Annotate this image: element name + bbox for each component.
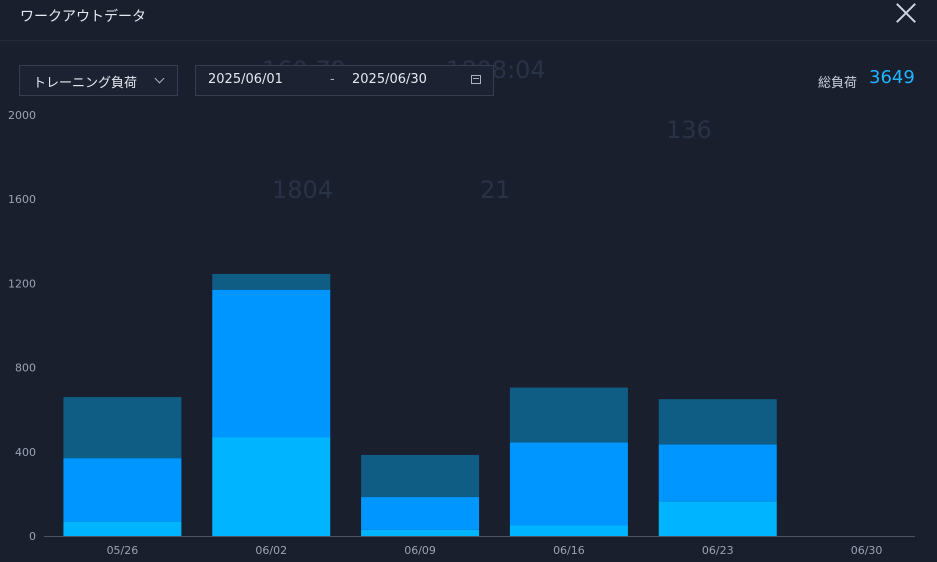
x-tick-label: 05/26: [107, 544, 139, 557]
y-tick-label: 1600: [8, 193, 36, 206]
bar-segment: [63, 521, 182, 536]
x-tick-label: 06/30: [851, 544, 883, 557]
bar-segment: [63, 397, 182, 459]
bar-segment: [509, 387, 628, 443]
y-tick-label: 2000: [8, 109, 36, 122]
bar-segment: [63, 458, 182, 522]
bar-segment: [361, 497, 480, 530]
bar-segment: [212, 289, 331, 438]
bar-segment: [658, 399, 777, 445]
bar-segment: [658, 501, 777, 536]
workout-data-window: 160.79 1808:04 136 1804 21 ワークアウトデータ トレー…: [0, 0, 937, 562]
bar-segment: [212, 273, 331, 290]
y-tick-label: 0: [29, 530, 36, 543]
x-tick-label: 06/16: [553, 544, 585, 557]
x-tick-label: 06/02: [255, 544, 287, 557]
y-tick-label: 400: [15, 446, 36, 459]
bar-segment: [658, 444, 777, 502]
bar-segment: [509, 442, 628, 526]
x-tick-label: 06/23: [702, 544, 734, 557]
training-load-chart: 0 400 800 1200 1600 2000 05/26 06/02 06/09 06/16 0…: [8, 109, 915, 557]
bar-segment: [361, 454, 480, 498]
bar-segment: [509, 525, 628, 536]
bar-segment: [361, 529, 480, 536]
y-tick-label: 1200: [8, 277, 36, 290]
y-tick-label: 800: [15, 362, 36, 375]
x-tick-label: 06/09: [404, 544, 436, 557]
bar-segment: [212, 437, 331, 536]
